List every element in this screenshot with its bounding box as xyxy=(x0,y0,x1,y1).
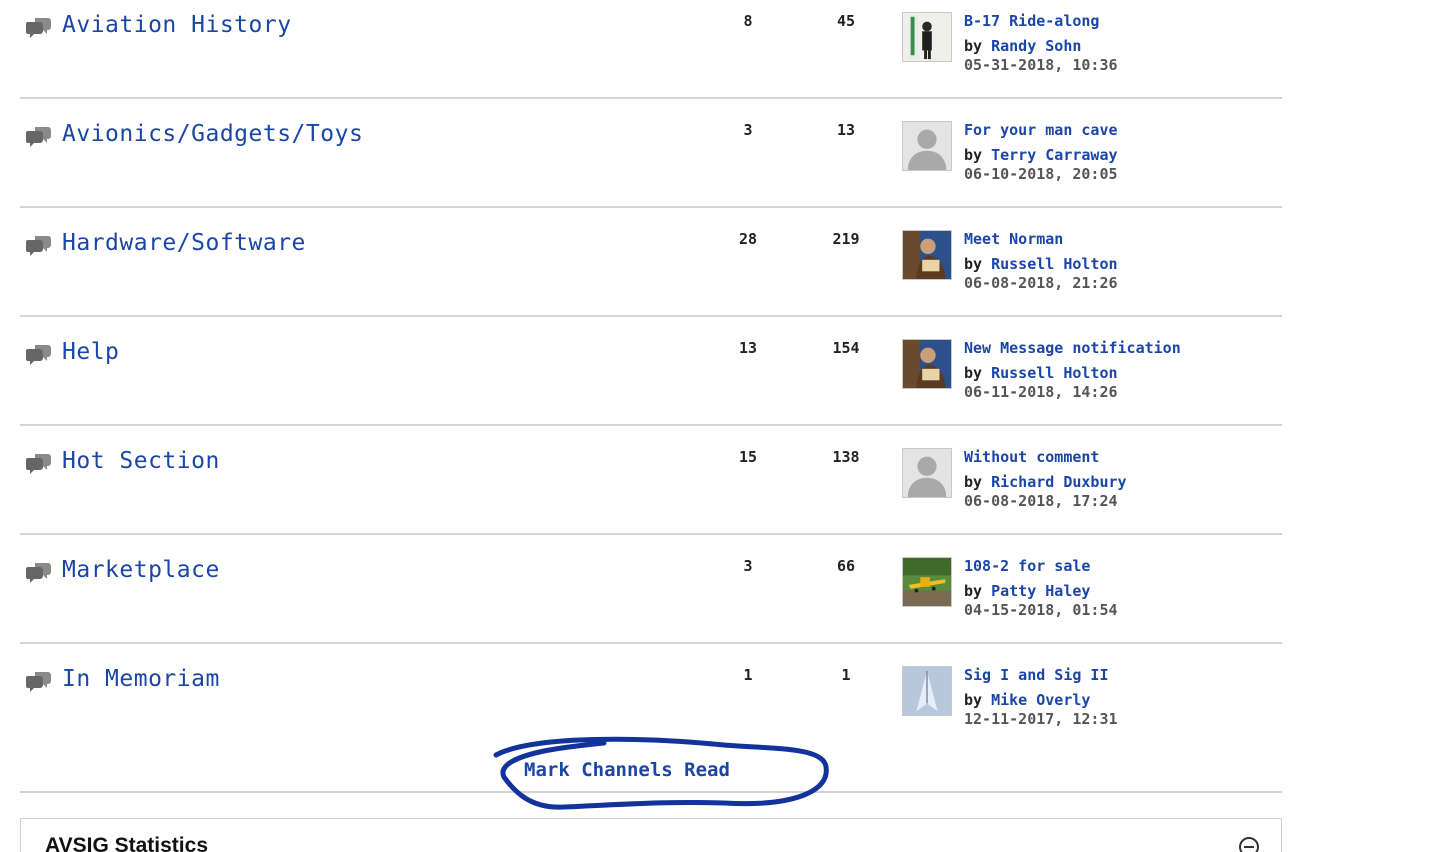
last-post-author-link[interactable]: Richard Duxbury xyxy=(991,473,1126,491)
last-post-avatar[interactable] xyxy=(902,230,952,280)
last-post-date: 04-15-2018, 01:54 xyxy=(964,601,1118,619)
last-post-avatar[interactable] xyxy=(902,448,952,498)
last-post-title-link[interactable]: For your man cave xyxy=(964,121,1118,139)
last-post-date: 12-11-2017, 12:31 xyxy=(964,710,1118,728)
last-post-byline: by Patty Haley xyxy=(964,582,1091,600)
posts-count: 219 xyxy=(832,230,860,248)
topics-count: 13 xyxy=(738,339,758,357)
mark-channels-read-link[interactable]: Mark Channels Read xyxy=(524,759,730,781)
chat-bubbles-icon xyxy=(26,16,52,40)
last-post-author-link[interactable]: Randy Sohn xyxy=(991,37,1081,55)
channel-row: Avionics/Gadgets/Toys 3 13 For your man … xyxy=(20,99,1282,208)
channel-list: Aviation History 8 45 B-17 Ride-along by… xyxy=(20,0,1282,753)
last-post-byline: by Russell Holton xyxy=(964,255,1118,273)
topics-count: 28 xyxy=(738,230,758,248)
last-post-avatar[interactable] xyxy=(902,339,952,389)
posts-count: 138 xyxy=(832,448,860,466)
last-post-byline: by Mike Overly xyxy=(964,691,1091,709)
channel-title-link[interactable]: Help xyxy=(62,339,119,365)
last-post-author-link[interactable]: Patty Haley xyxy=(991,582,1090,600)
collapse-icon[interactable] xyxy=(1239,837,1259,852)
last-post-date: 06-08-2018, 21:26 xyxy=(964,274,1118,292)
topics-count: 15 xyxy=(738,448,758,466)
posts-count: 66 xyxy=(836,557,856,575)
channel-row: Hot Section 15 138 Without comment by Ri… xyxy=(20,426,1282,535)
topics-count: 8 xyxy=(743,12,753,30)
last-post-author-link[interactable]: Mike Overly xyxy=(991,691,1090,709)
topics-count: 3 xyxy=(743,121,753,139)
posts-count: 13 xyxy=(836,121,856,139)
last-post-date: 06-08-2018, 17:24 xyxy=(964,492,1118,510)
chat-bubbles-icon xyxy=(26,343,52,367)
last-post-byline: by Terry Carraway xyxy=(964,146,1118,164)
last-post-avatar[interactable] xyxy=(902,12,952,62)
last-post-avatar[interactable] xyxy=(902,666,952,716)
chat-bubbles-icon xyxy=(26,125,52,149)
statistics-panel-title: AVSIG Statistics xyxy=(45,834,208,852)
last-post-byline: by Russell Holton xyxy=(964,364,1118,382)
topics-count: 1 xyxy=(743,666,753,684)
channel-title-link[interactable]: Avionics/Gadgets/Toys xyxy=(62,121,363,147)
last-post-title-link[interactable]: 108-2 for sale xyxy=(964,557,1090,575)
last-post-author-link[interactable]: Terry Carraway xyxy=(991,146,1117,164)
last-post-byline: by Randy Sohn xyxy=(964,37,1082,55)
chat-bubbles-icon xyxy=(26,234,52,258)
last-post-date: 06-10-2018, 20:05 xyxy=(964,165,1118,183)
last-post-date: 05-31-2018, 10:36 xyxy=(964,56,1118,74)
last-post-title-link[interactable]: New Message notification xyxy=(964,339,1181,357)
channel-row: Aviation History 8 45 B-17 Ride-along by… xyxy=(20,0,1282,99)
chat-bubbles-icon xyxy=(26,670,52,694)
last-post-title-link[interactable]: Meet Norman xyxy=(964,230,1063,248)
posts-count: 154 xyxy=(832,339,860,357)
channel-title-link[interactable]: In Memoriam xyxy=(62,666,220,692)
last-post-title-link[interactable]: Sig I and Sig II xyxy=(964,666,1109,684)
channel-row: Marketplace 3 66 108-2 for sale by Patty… xyxy=(20,535,1282,644)
mark-channels-area: Mark Channels Read xyxy=(20,733,1282,810)
last-post-avatar[interactable] xyxy=(902,557,952,607)
channel-title-link[interactable]: Hardware/Software xyxy=(62,230,306,256)
last-post-title-link[interactable]: B-17 Ride-along xyxy=(964,12,1099,30)
channel-title-link[interactable]: Hot Section xyxy=(62,448,220,474)
last-post-author-link[interactable]: Russell Holton xyxy=(991,255,1117,273)
last-post-date: 06-11-2018, 14:26 xyxy=(964,383,1118,401)
chat-bubbles-icon xyxy=(26,452,52,476)
last-post-author-link[interactable]: Russell Holton xyxy=(991,364,1117,382)
statistics-panel: AVSIG Statistics xyxy=(20,818,1282,852)
last-post-title-link[interactable]: Without comment xyxy=(964,448,1099,466)
chat-bubbles-icon xyxy=(26,561,52,585)
channel-title-link[interactable]: Aviation History xyxy=(62,12,292,38)
channel-title-link[interactable]: Marketplace xyxy=(62,557,220,583)
channel-row: Hardware/Software 28 219 Meet Norman by … xyxy=(20,208,1282,317)
posts-count: 45 xyxy=(836,12,856,30)
posts-count: 1 xyxy=(841,666,851,684)
last-post-avatar[interactable] xyxy=(902,121,952,171)
topics-count: 3 xyxy=(743,557,753,575)
last-post-byline: by Richard Duxbury xyxy=(964,473,1127,491)
channel-row: Help 13 154 New Message notification by … xyxy=(20,317,1282,426)
